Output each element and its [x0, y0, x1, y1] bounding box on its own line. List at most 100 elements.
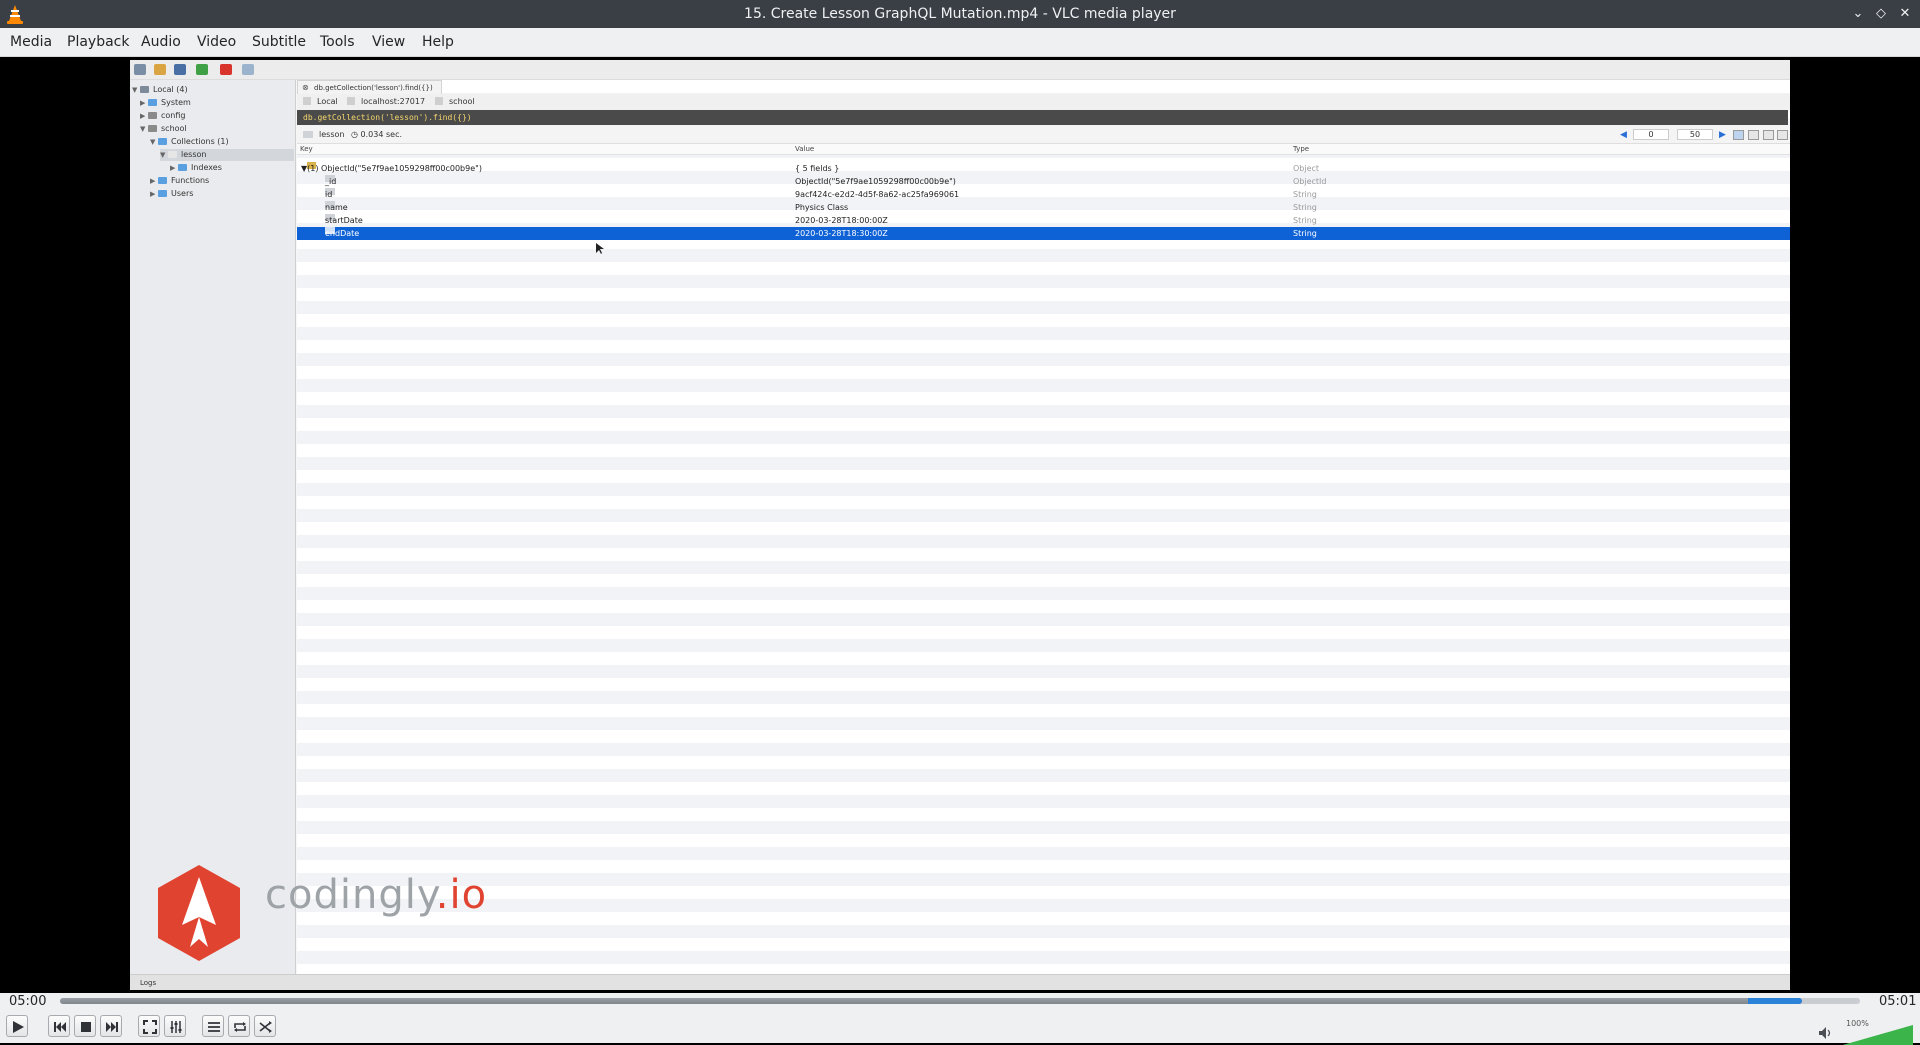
tree-view-icon	[1733, 130, 1744, 140]
play-icon	[13, 1021, 24, 1033]
shuffle-button[interactable]	[254, 1015, 276, 1037]
seek-bar-row: 05:00 05:01	[0, 993, 1920, 1009]
shuffle-icon	[259, 1021, 272, 1033]
extended-settings-icon	[170, 1021, 182, 1033]
stop-icon	[81, 1022, 91, 1032]
result-time: ◷ 0.034 sec.	[351, 130, 403, 139]
page-prev-icon: ◀	[1620, 130, 1627, 140]
table-row-selected: endDate 2020-03-28T18:30:00Z String	[297, 227, 1790, 240]
tree-node-school: ▼ school	[140, 124, 187, 133]
table-row: ▼ (1) ObjectId("5e7f9ae1059298ff00c00b9e…	[301, 162, 1320, 173]
menu-bar: Media Playback Audio Video Subtitle Tool…	[0, 28, 1920, 57]
row-value: Physics Class	[795, 203, 849, 212]
menu-help[interactable]: Help	[422, 34, 454, 50]
col-key: Key	[300, 145, 313, 153]
connect-icon	[134, 64, 146, 75]
logs-tab: Logs	[130, 974, 1790, 990]
table-row: _id ObjectId("5e7f9ae1059298ff00c00b9e")…	[297, 175, 1790, 188]
previous-button[interactable]	[48, 1015, 70, 1037]
save-icon	[174, 64, 186, 75]
title-bar: 15. Create Lesson GraphQL Mutation.mp4 -…	[0, 0, 1920, 28]
codingly-logo-icon	[158, 865, 240, 961]
connection-tree: ▼ Local (4) ▶ System ▶ config ▼ school ▼ Coll…	[130, 80, 296, 990]
result-bar: lesson ◷ 0.034 sec. ◀ 0 50 ▶	[297, 126, 1790, 144]
row-key: name	[325, 203, 348, 212]
video-area[interactable]: ▼ Local (4) ▶ System ▶ config ▼ school ▼ Coll…	[0, 57, 1920, 993]
row-value: 2020-03-28T18:00:00Z	[795, 216, 888, 225]
elapsed-time: 05:00	[9, 994, 47, 1009]
menu-view[interactable]: View	[372, 34, 405, 50]
tree-node-users: ▶ Users	[150, 189, 194, 198]
text-view-icon	[1763, 130, 1774, 140]
row-key: _id	[325, 177, 337, 186]
table-row: name Physics Class String	[297, 201, 1790, 214]
speaker-icon[interactable]	[1818, 1026, 1834, 1040]
extended-settings-button[interactable]	[164, 1015, 186, 1037]
row-type: String	[1293, 229, 1317, 238]
menu-audio[interactable]: Audio	[141, 34, 181, 50]
col-type: Type	[1293, 145, 1310, 153]
format-icon	[242, 64, 254, 75]
crumb-host: localhost:27017	[347, 94, 425, 110]
crumb-connection: Local	[303, 94, 338, 110]
total-time: 05:01	[1879, 994, 1917, 1009]
row-value: 9acf424c-e2d2-4d5f-8a62-ac25fa969061	[795, 190, 960, 199]
row-key: (1) ObjectId("5e7f9ae1059298ff00c00b9e")	[307, 164, 482, 173]
previous-icon	[54, 1022, 66, 1032]
control-bar: 100%	[0, 1008, 1920, 1045]
stop-button[interactable]	[74, 1015, 96, 1037]
seek-position-marker	[1748, 998, 1802, 1004]
watermark-text: codingly.io	[265, 872, 488, 918]
column-header: Key Value Type	[297, 144, 1790, 155]
page-next-icon: ▶	[1719, 130, 1726, 140]
play-button[interactable]	[6, 1015, 28, 1037]
open-icon	[154, 64, 166, 75]
playlist-button[interactable]	[202, 1015, 224, 1037]
row-key: id	[325, 190, 333, 199]
col-value: Value	[795, 145, 815, 153]
table-view-icon	[1748, 130, 1759, 140]
tree-node-collections: ▼ Collections (1)	[150, 137, 229, 146]
tree-node-functions: ▶ Functions	[150, 176, 210, 185]
maximize-icon[interactable]: ◇	[1873, 5, 1889, 23]
close-icon[interactable]: ✕	[1897, 5, 1913, 23]
row-type: String	[1293, 203, 1317, 212]
row-type: String	[1293, 216, 1317, 225]
seek-slider[interactable]	[60, 998, 1860, 1004]
next-icon	[106, 1022, 118, 1032]
fullscreen-icon	[143, 1020, 157, 1034]
video-frame: ▼ Local (4) ▶ System ▶ config ▼ school ▼ Coll…	[130, 60, 1790, 990]
next-button[interactable]	[100, 1015, 122, 1037]
table-row: id 9acf424c-e2d2-4d5f-8a62-ac25fa969061 …	[297, 188, 1790, 201]
tree-node-config: ▶ config	[140, 111, 186, 120]
tree-node-indexes: ▶ Indexes	[170, 163, 222, 172]
menu-playback[interactable]: Playback	[67, 34, 129, 50]
row-type: ObjectId	[1293, 177, 1327, 186]
mouse-cursor-icon	[596, 243, 604, 254]
row-key: endDate	[325, 229, 360, 238]
volume-slider[interactable]	[1843, 1025, 1913, 1045]
breadcrumb: Local localhost:27017 school	[297, 94, 1790, 110]
window-title: 15. Create Lesson GraphQL Mutation.mp4 -…	[744, 6, 1176, 22]
custom-view-icon	[1777, 130, 1788, 140]
page-size-field: 50	[1677, 129, 1713, 140]
tree-node-local: ▼ Local (4)	[132, 85, 188, 94]
minimize-icon[interactable]: ⌄	[1850, 5, 1866, 23]
tree-node-lesson: ▼ lesson	[160, 149, 294, 161]
menu-media[interactable]: Media	[10, 34, 52, 50]
row-value: { 5 fields }	[795, 164, 840, 173]
menu-subtitle[interactable]: Subtitle	[252, 34, 306, 50]
loop-button[interactable]	[228, 1015, 250, 1037]
row-value: 2020-03-28T18:30:00Z	[795, 229, 888, 238]
row-key: startDate	[325, 216, 363, 225]
run-icon	[196, 64, 208, 75]
query-editor: db.getCollection('lesson').find({})	[297, 110, 1788, 125]
menu-video[interactable]: Video	[197, 34, 236, 50]
crumb-database: school	[435, 94, 475, 110]
fullscreen-button[interactable]	[138, 1015, 160, 1037]
row-value: ObjectId("5e7f9ae1059298ff00c00b9e")	[795, 177, 956, 186]
playlist-icon	[208, 1022, 220, 1032]
menu-tools[interactable]: Tools	[320, 34, 355, 50]
results-panel: db.getCollection('lesson').find({}) Loca…	[297, 80, 1790, 990]
robo3t-toolbar	[130, 60, 1790, 80]
